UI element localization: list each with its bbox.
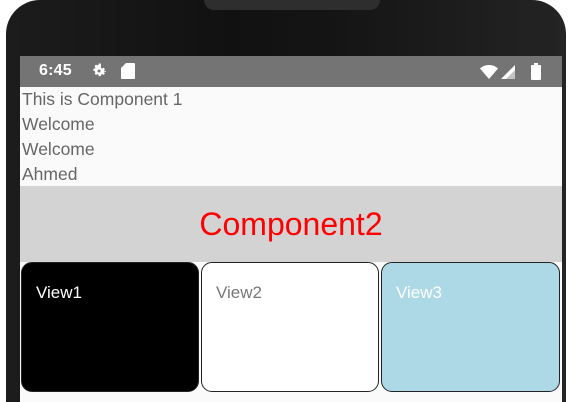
- status-time: 6:45: [39, 62, 72, 79]
- app-screen: 6:45 This is Component 1 Welcome Welcome…: [20, 56, 562, 402]
- wifi-icon: [480, 65, 498, 79]
- component1-text: This is Component 1: [22, 89, 183, 109]
- view3-label: View3: [396, 283, 442, 302]
- sd-card-icon: [121, 63, 135, 79]
- phone-notch: [204, 0, 380, 10]
- component2-container: Component2: [20, 186, 562, 262]
- status-bar: 6:45: [20, 56, 562, 87]
- device-frame: 6:45 This is Component 1 Welcome Welcome…: [0, 0, 571, 402]
- signal-icon: [501, 65, 515, 79]
- view2-box: View2: [201, 262, 379, 392]
- welcome-text: Welcome: [22, 139, 95, 159]
- name-text: Ahmed: [22, 164, 78, 184]
- view2-label: View2: [216, 283, 262, 302]
- view1-label: View1: [36, 283, 82, 302]
- view3-box: View3: [381, 262, 560, 392]
- view1-box: View1: [21, 262, 199, 392]
- component2-title: Component2: [199, 206, 383, 242]
- welcome-text: Welcome: [22, 114, 95, 134]
- battery-icon: [531, 63, 541, 80]
- gear-icon: [93, 63, 107, 77]
- component1-container: This is Component 1 Welcome Welcome Ahme…: [20, 87, 562, 186]
